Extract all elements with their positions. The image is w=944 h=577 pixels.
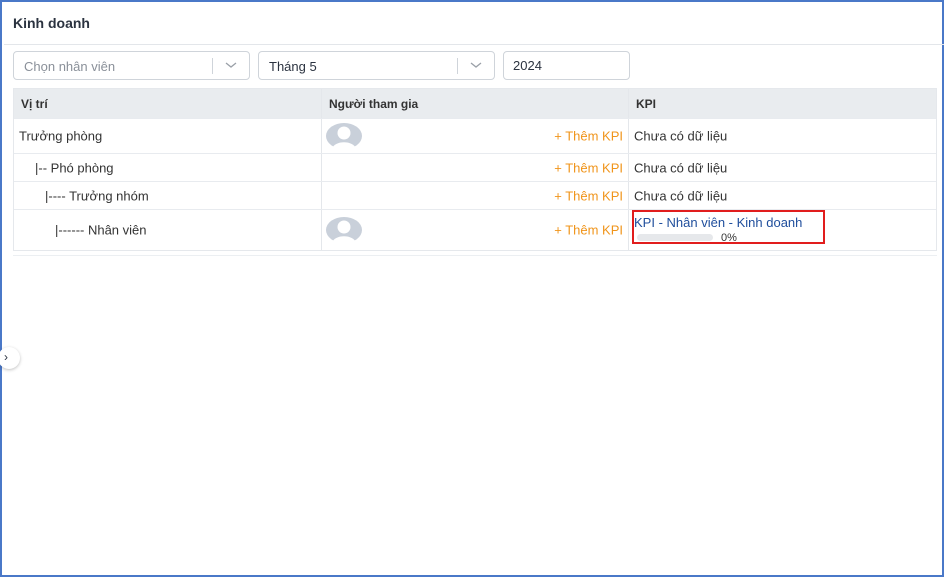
column-header-kpi: KPI — [636, 97, 657, 111]
table-row: |------ Nhân viên + Thêm KPI KPI - Nhân … — [14, 210, 936, 250]
position-cell: Trưởng phòng — [14, 119, 322, 153]
position-label: |-- Phó phòng — [35, 160, 114, 175]
table-header-row: Vị trí Người tham gia KPI — [14, 89, 936, 119]
kpi-empty-text: Chưa có dữ liệu — [634, 160, 728, 175]
kpi-table: Vị trí Người tham gia KPI Trưởng phòng +… — [13, 88, 937, 251]
add-kpi-button[interactable]: + Thêm KPI — [554, 188, 623, 203]
chevron-down-icon[interactable] — [224, 58, 238, 72]
table-row: |---- Trưởng nhóm + Thêm KPI Chưa có dữ … — [14, 182, 936, 210]
kpi-empty-text: Chưa có dữ liệu — [634, 128, 728, 144]
select-separator — [212, 58, 213, 74]
chevron-right-icon: › — [4, 350, 8, 364]
participants-cell: + Thêm KPI — [322, 119, 629, 153]
participants-cell: + Thêm KPI — [322, 182, 629, 209]
kpi-link[interactable]: KPI - Nhân viên - Kinh doanh — [634, 215, 802, 230]
column-header-participants: Người tham gia — [322, 89, 629, 118]
page-title: Kinh doanh — [13, 15, 90, 31]
month-select[interactable]: Tháng 5 — [258, 51, 495, 80]
page-header: Kinh doanh — [4, 4, 944, 45]
kpi-progress-bar — [637, 234, 713, 241]
position-label: |------ Nhân viên — [55, 222, 147, 238]
employee-select-placeholder: Chọn nhân viên — [24, 59, 116, 74]
kpi-cell: Chưa có dữ liệu — [629, 119, 936, 153]
kpi-cell: KPI - Nhân viên - Kinh doanh 0% — [629, 210, 936, 250]
kpi-cell: Chưa có dữ liệu — [629, 182, 936, 209]
select-separator — [457, 58, 458, 74]
add-kpi-button[interactable]: + Thêm KPI — [554, 129, 623, 144]
position-cell: |-- Phó phòng — [14, 154, 322, 181]
employee-select[interactable]: Chọn nhân viên — [13, 51, 250, 80]
table-row: |-- Phó phòng + Thêm KPI Chưa có dữ liệu — [14, 154, 936, 182]
position-cell: |---- Trưởng nhóm — [14, 182, 322, 209]
participants-cell: + Thêm KPI — [322, 210, 629, 250]
kpi-progress-text: 0% — [721, 232, 737, 244]
user-avatar-icon[interactable] — [326, 217, 362, 243]
kpi-cell: Chưa có dữ liệu — [629, 154, 936, 181]
add-kpi-button[interactable]: + Thêm KPI — [554, 160, 623, 175]
chevron-down-icon[interactable] — [469, 58, 483, 72]
add-kpi-button[interactable]: + Thêm KPI — [554, 223, 623, 238]
participants-cell: + Thêm KPI — [322, 154, 629, 181]
kpi-empty-text: Chưa có dữ liệu — [634, 188, 728, 203]
month-select-value: Tháng 5 — [269, 59, 317, 74]
app-frame: Kinh doanh Chọn nhân viên Tháng 5 Vị trí… — [0, 0, 944, 577]
position-label: |---- Trưởng nhóm — [45, 188, 149, 203]
year-input[interactable] — [503, 51, 630, 80]
table-bottom-divider — [13, 255, 937, 256]
table-row: Trưởng phòng + Thêm KPI Chưa có dữ liệu — [14, 119, 936, 154]
position-cell: |------ Nhân viên — [14, 210, 322, 250]
position-label: Trưởng phòng — [19, 128, 103, 144]
user-avatar-icon[interactable] — [326, 123, 362, 149]
sidebar-toggle-button[interactable]: › — [0, 347, 20, 369]
column-header-position: Vị trí — [14, 89, 322, 118]
